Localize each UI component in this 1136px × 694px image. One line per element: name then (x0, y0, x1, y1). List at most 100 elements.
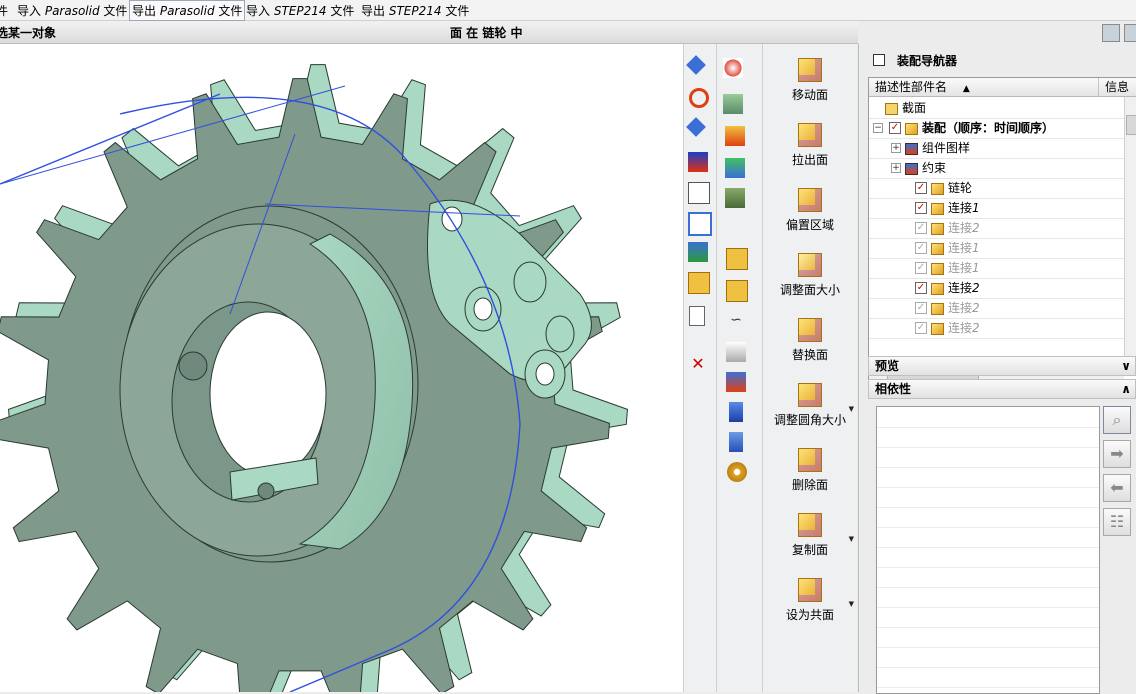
coil-icon[interactable] (729, 402, 743, 422)
tree-row[interactable]: + 约束 (869, 158, 1124, 179)
menu-export-parasolid[interactable]: 导出 Parasolid 文件 (129, 0, 246, 21)
tree-row-label: 连接1 (948, 201, 980, 215)
tree-row[interactable]: ✓ 连接1 (869, 198, 1124, 219)
feature-button-2[interactable]: 偏置区域 (763, 178, 857, 240)
tree-row-label: 连接2 (948, 321, 980, 335)
graphics-viewport[interactable] (0, 44, 683, 692)
column-header-info[interactable]: 信息 (1099, 78, 1136, 97)
surface-icon[interactable] (725, 158, 745, 178)
sprocket-model[interactable] (0, 44, 683, 692)
part-icon (931, 263, 944, 275)
hover-info: 面 在 链轮 中 (450, 26, 523, 40)
sweep-icon[interactable] (726, 342, 746, 362)
window-icon[interactable] (1124, 24, 1136, 42)
feature-button-7[interactable]: 复制面 ▼ (763, 503, 857, 565)
spring-icon[interactable] (723, 58, 743, 78)
feature-button-5[interactable]: 调整圆角大小 ▼ (763, 373, 857, 435)
tree-row[interactable]: ✓ 连接2 (869, 298, 1124, 319)
tree-row[interactable]: ✓ 连接1 (869, 258, 1124, 279)
tree-row-label: 链轮 (948, 181, 973, 195)
arrow-left-icon[interactable]: ⬅ (1103, 474, 1131, 502)
part-stack-icon[interactable] (726, 280, 748, 302)
rotate-icon[interactable] (689, 88, 709, 108)
dependency-row (877, 447, 1099, 468)
visibility-checkbox[interactable]: ✓ (889, 122, 901, 134)
spring-coil-icon[interactable] (729, 432, 743, 452)
cross-icon[interactable]: ✕ (688, 354, 708, 374)
mirror-icon[interactable] (688, 152, 708, 172)
expand-chevron-icon[interactable]: ∨ (1121, 357, 1131, 375)
tree-row-label: 连接2 (948, 221, 980, 235)
dependency-row (877, 567, 1099, 588)
visibility-checkbox[interactable]: ✓ (915, 282, 927, 294)
tree-row[interactable]: ✓ 连接2 (869, 218, 1124, 239)
layout-grid-icon[interactable] (688, 182, 710, 204)
tree-row[interactable]: 截面 (869, 98, 1124, 119)
visibility-checkbox[interactable]: ✓ (915, 182, 927, 194)
add-component-icon[interactable] (688, 272, 710, 294)
column-header-name[interactable]: 描述性部件名 ▲ (869, 78, 1099, 97)
washer-icon[interactable] (727, 462, 747, 482)
dependencies-list[interactable] (876, 406, 1100, 694)
dropdown-arrow-icon[interactable]: ▼ (849, 405, 854, 413)
dependency-row (877, 507, 1099, 528)
dependency-row (877, 467, 1099, 488)
expand-icon[interactable]: + (891, 143, 901, 153)
list-settings-icon[interactable]: ☷ (1103, 508, 1131, 536)
csys-icon[interactable] (688, 212, 712, 236)
feature-button-4[interactable]: 替换面 (763, 308, 857, 370)
measure-icon[interactable] (726, 372, 746, 392)
folder-icon (885, 103, 898, 115)
curve-icon[interactable]: ∽ (726, 310, 746, 330)
selection-prompt: 选某一对象 (0, 26, 57, 40)
dependency-row (877, 607, 1099, 628)
feature-button-0[interactable]: 移动面 (763, 48, 857, 110)
feature-button-label: 调整圆角大小 (773, 413, 846, 427)
collapse-chevron-icon[interactable]: ∧ (1121, 380, 1131, 398)
tree-row[interactable]: ✓ 链轮 (869, 178, 1124, 199)
visibility-checkbox[interactable]: ✓ (915, 262, 927, 274)
visibility-checkbox[interactable]: ✓ (915, 222, 927, 234)
menu-file[interactable]: 件 (0, 2, 8, 19)
tree-row[interactable]: − ✓ 装配（顺序：时间顺序） (869, 118, 1124, 139)
move-face-icon (798, 58, 822, 82)
preview-panel-header[interactable]: 预览 ∨ (868, 356, 1136, 376)
mesh-icon[interactable] (725, 188, 745, 208)
diamond-icon[interactable] (686, 55, 706, 75)
part-block-icon[interactable] (726, 248, 748, 270)
dependencies-panel-header[interactable]: 相依性 ∧ (868, 379, 1136, 399)
dropdown-arrow-icon[interactable]: ▼ (849, 600, 854, 608)
visibility-checkbox[interactable]: ✓ (915, 202, 927, 214)
menu-import-step214[interactable]: 导入 STEP214 文件 (246, 2, 354, 19)
transform-icon[interactable] (688, 242, 708, 262)
part-icon (931, 303, 944, 315)
part-icon (931, 243, 944, 255)
menu-import-parasolid[interactable]: 导入 Parasolid 文件 (17, 2, 127, 19)
tree-row[interactable]: ✓ 连接2 (869, 318, 1124, 339)
dropdown-arrow-icon[interactable]: ▼ (849, 535, 854, 543)
tree-vertical-scrollbar[interactable] (1124, 97, 1136, 371)
navigator-tree[interactable]: 描述性部件名 ▲ 信息 截面 − ✓ 装配（顺序：时间顺序） + 组件图样 + 约束 ✓ 链轮 ✓ 连… (868, 77, 1136, 385)
feature-button-6[interactable]: 删除面 (763, 438, 857, 500)
texture-icon[interactable] (723, 94, 743, 114)
visibility-checkbox[interactable]: ✓ (915, 302, 927, 314)
shading-icon[interactable] (725, 126, 745, 146)
feature-button-3[interactable]: 调整面大小 (763, 243, 857, 305)
expand-icon[interactable]: + (891, 163, 901, 173)
tree-row[interactable]: ✓ 连接1 (869, 238, 1124, 259)
feature-button-8[interactable]: 设为共面 ▼ (763, 568, 857, 630)
navigator-checkbox[interactable] (873, 54, 885, 66)
diamond-icon[interactable] (686, 117, 706, 137)
tree-row-label: 连接1 (948, 241, 980, 255)
magnifier-icon[interactable]: ⌕ (1103, 406, 1131, 434)
layout-icon[interactable] (1102, 24, 1120, 42)
feature-button-1[interactable]: 拉出面 (763, 113, 857, 175)
arrow-right-icon[interactable]: ➡ (1103, 440, 1131, 468)
visibility-checkbox[interactable]: ✓ (915, 322, 927, 334)
document-icon[interactable] (689, 306, 705, 326)
menu-export-step214[interactable]: 导出 STEP214 文件 (361, 2, 469, 19)
tree-row[interactable]: + 组件图样 (869, 138, 1124, 159)
visibility-checkbox[interactable]: ✓ (915, 242, 927, 254)
collapse-icon[interactable]: − (873, 123, 883, 133)
tree-row[interactable]: ✓ 连接2 (869, 278, 1124, 299)
